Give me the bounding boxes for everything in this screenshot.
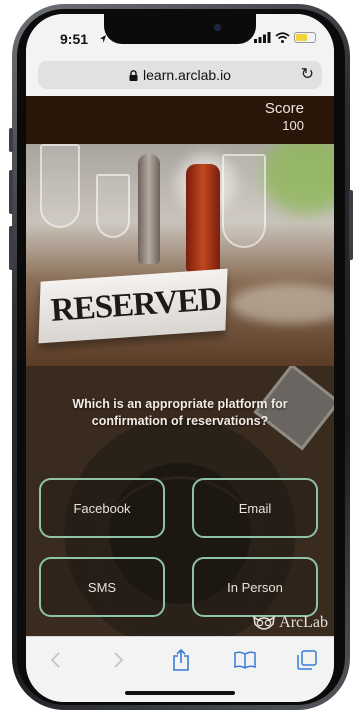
arclab-logo: ArcLab: [253, 614, 328, 632]
power-button: [349, 190, 353, 260]
reload-icon[interactable]: ↻: [301, 64, 314, 84]
home-indicator: [125, 691, 235, 695]
score-label: Score: [264, 100, 304, 117]
share-icon[interactable]: [166, 645, 196, 675]
volume-down-button: [9, 226, 13, 270]
forward-icon[interactable]: [104, 645, 134, 675]
back-icon[interactable]: [40, 645, 70, 675]
bookmarks-icon[interactable]: [230, 645, 260, 675]
address-bar[interactable]: learn.arclab.io ↻: [38, 61, 322, 89]
phone-screen: 9:51 learn.arclab.io ↻ Score 100 RESERVE…: [26, 14, 334, 702]
quiz-panel: Which is an appropriate platform for con…: [26, 366, 334, 636]
battery-icon: [294, 32, 316, 43]
score-value: 100: [282, 118, 304, 133]
quiz-question: Which is an appropriate platform for con…: [72, 397, 288, 428]
wifi-icon: [275, 32, 290, 43]
status-bar: 9:51: [26, 14, 334, 58]
answer-button-email[interactable]: Email: [192, 478, 318, 538]
lock-icon: [129, 70, 138, 81]
tabs-icon[interactable]: [292, 645, 322, 675]
mute-switch: [9, 128, 13, 152]
url-text: learn.arclab.io: [143, 67, 231, 83]
answer-button-sms[interactable]: SMS: [39, 557, 165, 617]
brand-name: ArcLab: [279, 614, 328, 631]
web-content: Score 100 RESERVED Which is an appropria…: [26, 96, 334, 636]
owl-icon: [253, 615, 276, 630]
status-icons: [254, 32, 316, 43]
score-bar: Score 100: [26, 96, 334, 144]
camera-icon: [214, 24, 221, 31]
browser-toolbar: [26, 636, 334, 702]
answer-button-facebook[interactable]: Facebook: [39, 478, 165, 538]
answer-button-in-person[interactable]: In Person: [192, 557, 318, 617]
signal-icon: [254, 32, 271, 43]
reserved-sign-image: RESERVED: [26, 144, 334, 366]
notch: [104, 14, 256, 44]
status-time: 9:51: [60, 31, 89, 47]
volume-up-button: [9, 170, 13, 214]
